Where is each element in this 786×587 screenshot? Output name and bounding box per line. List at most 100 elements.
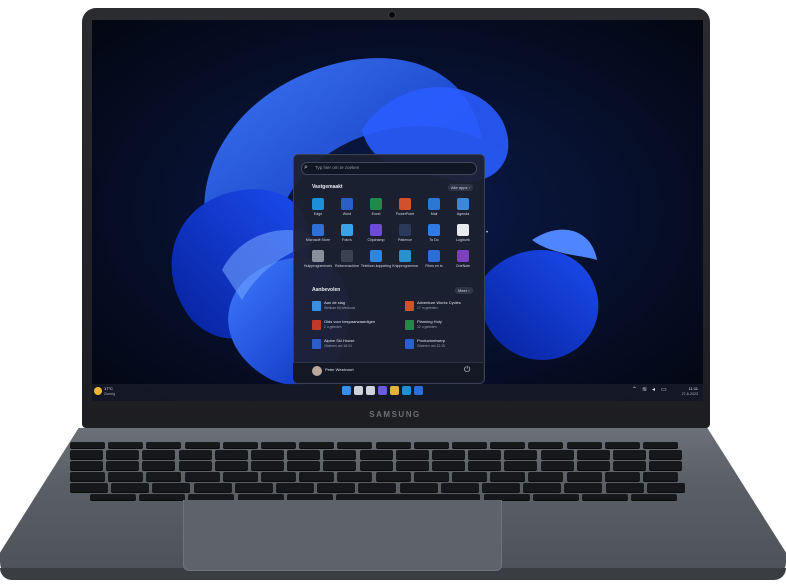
touchpad[interactable]	[183, 500, 502, 571]
powerpoint-icon	[399, 198, 411, 210]
movies-icon	[428, 250, 440, 262]
keyboard-key	[214, 461, 248, 470]
keyboard-key	[214, 450, 248, 459]
pinned-app[interactable]: Patience	[391, 224, 419, 250]
journal-icon	[457, 224, 469, 236]
pinned-app[interactable]: Microsoft Store	[304, 224, 332, 250]
power-icon[interactable]: ⏻	[464, 365, 470, 375]
keyboard-key	[222, 472, 258, 481]
keyboard-key	[184, 472, 220, 481]
pinned-app[interactable]: Hulpprogramma's	[304, 250, 332, 276]
keyboard-key	[604, 442, 640, 448]
pinned-app-label: PowerPoint	[395, 212, 415, 216]
keyboard-key	[605, 483, 644, 492]
pinned-app[interactable]: Excel	[362, 198, 390, 224]
weather-temp[interactable]: 17°C	[104, 386, 113, 391]
keyboard-key	[111, 483, 150, 492]
keyboard-key	[490, 472, 526, 481]
keyboard-key	[468, 450, 502, 459]
keyboard-key	[146, 442, 182, 448]
page-dots-icon[interactable]: •	[486, 230, 488, 236]
keyboard-key	[440, 483, 479, 492]
pinned-app[interactable]: Agenda	[449, 198, 477, 224]
recommended-item[interactable]: Planning Hoty 12 u geleden	[405, 318, 489, 334]
pinned-app[interactable]: Films en tv	[420, 250, 448, 276]
pdf-icon	[312, 320, 321, 330]
keyboard-key	[70, 461, 103, 470]
pinned-app-label: Word	[342, 212, 352, 216]
keyboard-key	[261, 442, 296, 448]
pinned-app-label: Excel	[371, 212, 381, 216]
pinned-app[interactable]: Rekenmachine	[333, 250, 361, 276]
pinned-app[interactable]: PowerPoint	[391, 198, 419, 224]
pinned-app[interactable]: Clipchamp	[362, 224, 390, 250]
keyboard-key	[178, 450, 212, 459]
pinned-app[interactable]: Mail	[420, 198, 448, 224]
chat-icon[interactable]	[378, 386, 387, 395]
pinned-app[interactable]: Knipprogramma	[391, 250, 419, 276]
edge-icon[interactable]	[402, 386, 411, 395]
edge-icon	[312, 198, 324, 210]
wifi-icon[interactable]: ≋	[642, 386, 647, 393]
keyboard-key	[178, 461, 212, 470]
pinned-app[interactable]: Word	[333, 198, 361, 224]
keyboard-key	[222, 442, 258, 448]
keyboard-key	[613, 461, 646, 470]
store-icon[interactable]	[414, 386, 423, 395]
keyboard-key	[251, 461, 284, 470]
pinned-app[interactable]: Logboek	[449, 224, 477, 250]
pinned-app-label: Logboek	[456, 238, 470, 242]
all-apps-button[interactable]: Alle apps ›	[448, 184, 473, 191]
keyboard-key	[532, 494, 579, 500]
store-icon	[312, 224, 324, 236]
pinned-app[interactable]: Telefoon-koppeling	[361, 250, 391, 276]
pinned-app[interactable]: OneNote	[449, 250, 477, 276]
clock-time[interactable]: 11:11	[678, 386, 698, 391]
xlsx-icon	[405, 320, 414, 330]
word-icon	[341, 198, 353, 210]
task-view-icon[interactable]	[366, 386, 375, 395]
user-name[interactable]: Peter Westvoort	[325, 367, 354, 372]
keyboard-key	[395, 450, 429, 459]
recommended-title: Planning Hoty	[417, 319, 442, 324]
docx-icon	[312, 339, 321, 349]
pinned-app-label: Films en tv	[425, 264, 443, 268]
chevron-up-icon[interactable]: ⌃	[632, 386, 637, 393]
more-button[interactable]: Meer ›	[455, 287, 473, 294]
battery-icon[interactable]: ▭	[661, 386, 667, 393]
pinned-app-label: Mail	[430, 212, 438, 216]
clock-date[interactable]: 27-6-2023	[672, 392, 698, 396]
recommended-subtitle: 17 m geleden	[417, 306, 438, 310]
keyboard-key	[649, 461, 683, 470]
keyboard-key	[323, 461, 357, 470]
file-explorer-icon[interactable]	[390, 386, 399, 395]
recommended-item[interactable]: Aan de slag Welkom bij Windows	[312, 299, 396, 315]
keyboard	[70, 442, 715, 500]
avatar[interactable]	[312, 366, 322, 376]
keyboard-key	[108, 472, 144, 481]
pinned-app[interactable]: To Do	[420, 224, 448, 250]
keyboard-key	[432, 450, 465, 459]
keyboard-key	[234, 483, 273, 492]
pinned-app[interactable]: Foto's	[333, 224, 361, 250]
keyboard-key	[337, 442, 373, 448]
recommended-item[interactable]: Adventure Works Cycles 17 m geleden	[405, 299, 489, 315]
keyboard-key	[566, 442, 602, 448]
keyboard-key	[146, 472, 182, 481]
windows-start-icon[interactable]	[342, 386, 351, 395]
weather-desc[interactable]: Zonnig	[104, 392, 115, 396]
keyboard-key	[70, 450, 103, 459]
keyboard-key	[395, 461, 429, 470]
keyboard-key	[432, 461, 465, 470]
weather-icon[interactable]	[94, 387, 102, 395]
recommended-item[interactable]: Gids voor bespaarwaardigen 2 u geleden	[312, 318, 396, 334]
recommended-item[interactable]: Productontwerp Gisteren om 12:15	[405, 337, 489, 353]
recommended-item[interactable]: Alpine Ski House Gisteren om 18:24	[312, 337, 396, 353]
get-started-icon	[312, 301, 321, 311]
recommended-title: Gids voor bespaarwaardigen	[324, 319, 376, 324]
pinned-app[interactable]: Edge	[304, 198, 332, 224]
keyboard-key	[276, 483, 314, 492]
volume-icon[interactable]: ◂	[652, 386, 655, 393]
keyboard-key	[482, 483, 520, 492]
search-icon[interactable]	[354, 386, 363, 395]
